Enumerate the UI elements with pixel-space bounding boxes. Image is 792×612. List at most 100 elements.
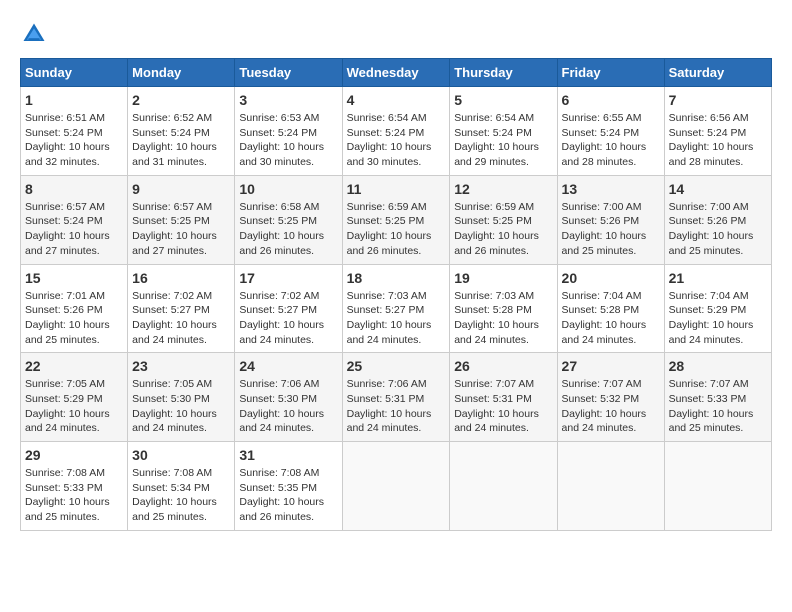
calendar-cell: 23 Sunrise: 7:05 AM Sunset: 5:30 PM Dayl…	[128, 353, 235, 442]
calendar: SundayMondayTuesdayWednesdayThursdayFrid…	[20, 58, 772, 531]
day-detail: Sunrise: 6:52 AM Sunset: 5:24 PM Dayligh…	[132, 111, 230, 170]
calendar-cell: 2 Sunrise: 6:52 AM Sunset: 5:24 PM Dayli…	[128, 87, 235, 176]
day-number: 4	[347, 92, 446, 108]
day-detail: Sunrise: 7:02 AM Sunset: 5:27 PM Dayligh…	[239, 289, 337, 348]
calendar-cell: 27 Sunrise: 7:07 AM Sunset: 5:32 PM Dayl…	[557, 353, 664, 442]
day-detail: Sunrise: 7:06 AM Sunset: 5:30 PM Dayligh…	[239, 377, 337, 436]
calendar-cell: 11 Sunrise: 6:59 AM Sunset: 5:25 PM Dayl…	[342, 175, 450, 264]
calendar-cell: 1 Sunrise: 6:51 AM Sunset: 5:24 PM Dayli…	[21, 87, 128, 176]
day-number: 17	[239, 270, 337, 286]
calendar-cell: 15 Sunrise: 7:01 AM Sunset: 5:26 PM Dayl…	[21, 264, 128, 353]
day-detail: Sunrise: 6:59 AM Sunset: 5:25 PM Dayligh…	[454, 200, 552, 259]
day-number: 21	[669, 270, 767, 286]
day-detail: Sunrise: 7:03 AM Sunset: 5:27 PM Dayligh…	[347, 289, 446, 348]
day-detail: Sunrise: 7:08 AM Sunset: 5:34 PM Dayligh…	[132, 466, 230, 525]
day-number: 12	[454, 181, 552, 197]
day-detail: Sunrise: 7:02 AM Sunset: 5:27 PM Dayligh…	[132, 289, 230, 348]
weekday-header-thursday: Thursday	[450, 59, 557, 87]
day-number: 11	[347, 181, 446, 197]
calendar-cell	[664, 442, 771, 531]
calendar-cell: 30 Sunrise: 7:08 AM Sunset: 5:34 PM Dayl…	[128, 442, 235, 531]
day-number: 22	[25, 358, 123, 374]
calendar-cell: 19 Sunrise: 7:03 AM Sunset: 5:28 PM Dayl…	[450, 264, 557, 353]
day-number: 9	[132, 181, 230, 197]
day-number: 14	[669, 181, 767, 197]
logo	[20, 20, 50, 48]
day-detail: Sunrise: 7:08 AM Sunset: 5:35 PM Dayligh…	[239, 466, 337, 525]
calendar-cell: 31 Sunrise: 7:08 AM Sunset: 5:35 PM Dayl…	[235, 442, 342, 531]
day-number: 28	[669, 358, 767, 374]
day-number: 1	[25, 92, 123, 108]
day-detail: Sunrise: 7:01 AM Sunset: 5:26 PM Dayligh…	[25, 289, 123, 348]
calendar-cell: 29 Sunrise: 7:08 AM Sunset: 5:33 PM Dayl…	[21, 442, 128, 531]
weekday-header-tuesday: Tuesday	[235, 59, 342, 87]
day-number: 25	[347, 358, 446, 374]
logo-icon	[20, 20, 48, 48]
day-detail: Sunrise: 6:55 AM Sunset: 5:24 PM Dayligh…	[562, 111, 660, 170]
day-number: 16	[132, 270, 230, 286]
day-detail: Sunrise: 7:07 AM Sunset: 5:33 PM Dayligh…	[669, 377, 767, 436]
day-detail: Sunrise: 7:05 AM Sunset: 5:30 PM Dayligh…	[132, 377, 230, 436]
day-number: 6	[562, 92, 660, 108]
weekday-header-wednesday: Wednesday	[342, 59, 450, 87]
calendar-cell: 24 Sunrise: 7:06 AM Sunset: 5:30 PM Dayl…	[235, 353, 342, 442]
calendar-cell: 12 Sunrise: 6:59 AM Sunset: 5:25 PM Dayl…	[450, 175, 557, 264]
weekday-header-saturday: Saturday	[664, 59, 771, 87]
day-number: 27	[562, 358, 660, 374]
day-detail: Sunrise: 6:54 AM Sunset: 5:24 PM Dayligh…	[454, 111, 552, 170]
day-detail: Sunrise: 7:07 AM Sunset: 5:31 PM Dayligh…	[454, 377, 552, 436]
day-detail: Sunrise: 7:00 AM Sunset: 5:26 PM Dayligh…	[669, 200, 767, 259]
day-detail: Sunrise: 6:57 AM Sunset: 5:24 PM Dayligh…	[25, 200, 123, 259]
day-detail: Sunrise: 7:05 AM Sunset: 5:29 PM Dayligh…	[25, 377, 123, 436]
day-number: 10	[239, 181, 337, 197]
calendar-cell: 3 Sunrise: 6:53 AM Sunset: 5:24 PM Dayli…	[235, 87, 342, 176]
calendar-cell: 4 Sunrise: 6:54 AM Sunset: 5:24 PM Dayli…	[342, 87, 450, 176]
calendar-cell: 14 Sunrise: 7:00 AM Sunset: 5:26 PM Dayl…	[664, 175, 771, 264]
day-number: 15	[25, 270, 123, 286]
header	[20, 20, 772, 48]
day-detail: Sunrise: 7:04 AM Sunset: 5:28 PM Dayligh…	[562, 289, 660, 348]
day-detail: Sunrise: 7:03 AM Sunset: 5:28 PM Dayligh…	[454, 289, 552, 348]
calendar-cell: 18 Sunrise: 7:03 AM Sunset: 5:27 PM Dayl…	[342, 264, 450, 353]
day-detail: Sunrise: 7:00 AM Sunset: 5:26 PM Dayligh…	[562, 200, 660, 259]
day-number: 29	[25, 447, 123, 463]
calendar-cell: 26 Sunrise: 7:07 AM Sunset: 5:31 PM Dayl…	[450, 353, 557, 442]
day-number: 24	[239, 358, 337, 374]
calendar-cell: 16 Sunrise: 7:02 AM Sunset: 5:27 PM Dayl…	[128, 264, 235, 353]
calendar-cell: 8 Sunrise: 6:57 AM Sunset: 5:24 PM Dayli…	[21, 175, 128, 264]
calendar-cell: 13 Sunrise: 7:00 AM Sunset: 5:26 PM Dayl…	[557, 175, 664, 264]
day-detail: Sunrise: 6:58 AM Sunset: 5:25 PM Dayligh…	[239, 200, 337, 259]
day-number: 7	[669, 92, 767, 108]
calendar-cell: 7 Sunrise: 6:56 AM Sunset: 5:24 PM Dayli…	[664, 87, 771, 176]
calendar-cell: 25 Sunrise: 7:06 AM Sunset: 5:31 PM Dayl…	[342, 353, 450, 442]
calendar-cell: 28 Sunrise: 7:07 AM Sunset: 5:33 PM Dayl…	[664, 353, 771, 442]
day-number: 13	[562, 181, 660, 197]
day-detail: Sunrise: 6:57 AM Sunset: 5:25 PM Dayligh…	[132, 200, 230, 259]
calendar-cell: 21 Sunrise: 7:04 AM Sunset: 5:29 PM Dayl…	[664, 264, 771, 353]
calendar-cell: 20 Sunrise: 7:04 AM Sunset: 5:28 PM Dayl…	[557, 264, 664, 353]
weekday-header-friday: Friday	[557, 59, 664, 87]
day-number: 5	[454, 92, 552, 108]
day-detail: Sunrise: 6:53 AM Sunset: 5:24 PM Dayligh…	[239, 111, 337, 170]
day-number: 18	[347, 270, 446, 286]
day-number: 26	[454, 358, 552, 374]
calendar-cell	[342, 442, 450, 531]
weekday-header-sunday: Sunday	[21, 59, 128, 87]
day-number: 20	[562, 270, 660, 286]
day-detail: Sunrise: 6:54 AM Sunset: 5:24 PM Dayligh…	[347, 111, 446, 170]
day-number: 8	[25, 181, 123, 197]
weekday-header-monday: Monday	[128, 59, 235, 87]
calendar-cell: 10 Sunrise: 6:58 AM Sunset: 5:25 PM Dayl…	[235, 175, 342, 264]
day-detail: Sunrise: 6:56 AM Sunset: 5:24 PM Dayligh…	[669, 111, 767, 170]
day-detail: Sunrise: 6:51 AM Sunset: 5:24 PM Dayligh…	[25, 111, 123, 170]
day-number: 2	[132, 92, 230, 108]
day-detail: Sunrise: 7:04 AM Sunset: 5:29 PM Dayligh…	[669, 289, 767, 348]
calendar-cell	[450, 442, 557, 531]
day-number: 23	[132, 358, 230, 374]
calendar-cell: 6 Sunrise: 6:55 AM Sunset: 5:24 PM Dayli…	[557, 87, 664, 176]
day-number: 30	[132, 447, 230, 463]
day-detail: Sunrise: 7:08 AM Sunset: 5:33 PM Dayligh…	[25, 466, 123, 525]
day-detail: Sunrise: 7:07 AM Sunset: 5:32 PM Dayligh…	[562, 377, 660, 436]
calendar-cell: 17 Sunrise: 7:02 AM Sunset: 5:27 PM Dayl…	[235, 264, 342, 353]
calendar-cell: 5 Sunrise: 6:54 AM Sunset: 5:24 PM Dayli…	[450, 87, 557, 176]
